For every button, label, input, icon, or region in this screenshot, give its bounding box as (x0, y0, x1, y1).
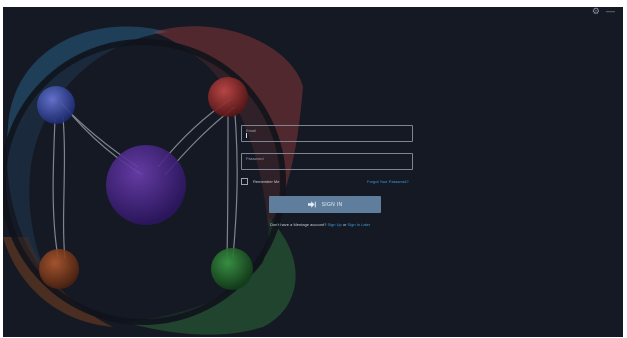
molecule-logo-icon (3, 26, 303, 335)
signup-row: Don't have a Mentage account? Sign Up or… (270, 222, 370, 227)
remember-me-label[interactable]: Remember Me (253, 179, 279, 184)
email-field[interactable]: Email (241, 125, 413, 142)
no-account-text: Don't have a Mentage account? (270, 222, 327, 227)
email-placeholder: Email (246, 128, 257, 133)
app-window: ⚙ — Email Password Remember Me Forgot Yo… (3, 7, 623, 337)
password-field[interactable]: Password (241, 153, 413, 170)
sign-in-later-link[interactable]: Sign In Later (348, 222, 371, 227)
window-controls: ⚙ — (592, 7, 615, 16)
text-caret (246, 133, 247, 138)
sign-up-link[interactable]: Sign Up (327, 222, 341, 227)
sign-in-button[interactable]: SIGN IN (269, 196, 381, 213)
or-text: or (342, 222, 347, 227)
password-placeholder: Password (246, 156, 264, 161)
remember-me-checkbox[interactable] (241, 178, 248, 185)
forgot-password-link[interactable]: Forgot Your Password? (367, 179, 409, 184)
settings-icon[interactable]: ⚙ (592, 7, 600, 16)
sign-in-label: SIGN IN (321, 201, 343, 208)
sign-in-icon (307, 201, 316, 208)
remember-me-row: Remember Me (241, 178, 279, 185)
minimize-icon[interactable]: — (606, 7, 615, 16)
